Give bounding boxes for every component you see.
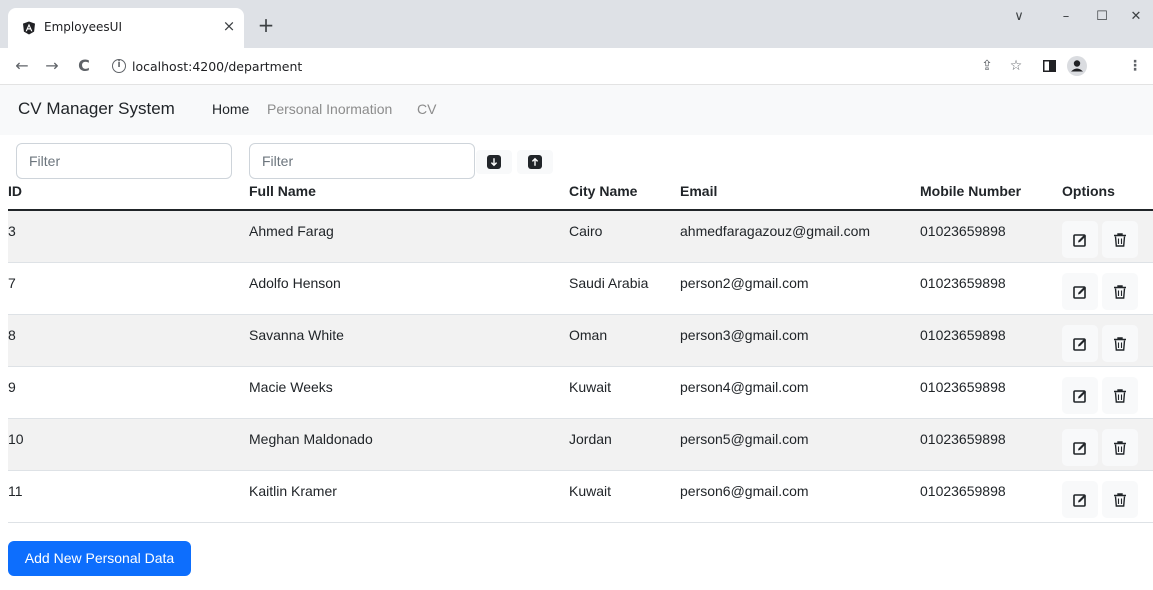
cell-city-name: Kuwait (569, 483, 612, 499)
new-tab-button[interactable]: + (255, 14, 277, 36)
table-row: 7 Adolfo Henson Saudi Arabia person2@gma… (8, 263, 1153, 315)
arrow-down-square-icon (487, 155, 501, 169)
cell-mobile-number: 01023659898 (920, 431, 1006, 447)
profile-avatar-icon[interactable] (1066, 55, 1088, 77)
trash-icon (1114, 493, 1126, 507)
cell-email: person3@gmail.com (680, 327, 809, 343)
column-header-email: Email (680, 183, 718, 199)
cell-full-name: Ahmed Farag (249, 223, 334, 239)
angular-icon (23, 21, 35, 35)
cell-email: person5@gmail.com (680, 431, 809, 447)
cell-email: person6@gmail.com (680, 483, 809, 499)
trash-icon (1114, 285, 1126, 299)
cell-full-name: Macie Weeks (249, 379, 333, 395)
cell-mobile-number: 01023659898 (920, 379, 1006, 395)
app-navbar: CV Manager System Home Personal Inormati… (0, 85, 1153, 135)
edit-icon (1073, 442, 1086, 455)
column-header-options: Options (1062, 183, 1115, 199)
maximize-button[interactable]: ☐ (1085, 6, 1119, 28)
edit-icon (1073, 494, 1086, 507)
table-row: 3 Ahmed Farag Cairo ahmedfaragazouz@gmai… (8, 211, 1153, 263)
minimize-button[interactable]: – (1049, 6, 1083, 28)
id-filter-input[interactable] (16, 143, 232, 179)
delete-button[interactable] (1102, 377, 1138, 414)
nav-link-home[interactable]: Home (212, 101, 249, 117)
cell-full-name: Kaitlin Kramer (249, 483, 337, 499)
nav-link-personal-information[interactable]: Personal Inormation (267, 101, 392, 117)
tab-search-dropdown-icon[interactable]: ∨ (1002, 6, 1036, 28)
cell-full-name: Savanna White (249, 327, 344, 343)
trash-icon (1114, 441, 1126, 455)
column-header-id: ID (8, 183, 22, 199)
cell-email: person2@gmail.com (680, 275, 809, 291)
cell-full-name: Adolfo Henson (249, 275, 341, 291)
forward-button[interactable]: → (42, 56, 62, 76)
add-new-personal-data-button[interactable]: Add New Personal Data (8, 541, 191, 576)
cell-id: 9 (8, 379, 16, 395)
tab-title: EmployeesUI (44, 20, 123, 34)
cell-id: 3 (8, 223, 16, 239)
browser-titlebar: EmployeesUI × + ∨ – ☐ ✕ (0, 0, 1153, 48)
nav-link-cv[interactable]: CV (417, 101, 436, 117)
edit-icon (1073, 338, 1086, 351)
cell-mobile-number: 01023659898 (920, 327, 1006, 343)
edit-button[interactable] (1062, 481, 1098, 518)
cell-id: 11 (8, 483, 23, 499)
browser-menu-icon[interactable]: ⋮ (1125, 56, 1145, 76)
site-info-icon[interactable]: i (112, 59, 126, 73)
close-window-button[interactable]: ✕ (1119, 6, 1153, 28)
table-row: 9 Macie Weeks Kuwait person4@gmail.com 0… (8, 367, 1153, 419)
bookmark-star-icon[interactable]: ☆ (1006, 56, 1026, 76)
share-icon[interactable]: ⇪ (977, 56, 997, 76)
edit-button[interactable] (1062, 377, 1098, 414)
name-filter-input[interactable] (249, 143, 475, 179)
cell-mobile-number: 01023659898 (920, 223, 1006, 239)
tab-close-icon[interactable]: × (220, 17, 238, 35)
edit-button[interactable] (1062, 273, 1098, 310)
cell-mobile-number: 01023659898 (920, 483, 1006, 499)
table-row: 10 Meghan Maldonado Jordan person5@gmail… (8, 419, 1153, 471)
column-header-city-name: City Name (569, 183, 638, 199)
cell-city-name: Jordan (569, 431, 612, 447)
edit-icon (1073, 286, 1086, 299)
cell-mobile-number: 01023659898 (920, 275, 1006, 291)
delete-button[interactable] (1102, 221, 1138, 258)
trash-icon (1114, 389, 1126, 403)
edit-icon (1073, 390, 1086, 403)
browser-tab[interactable]: EmployeesUI × (8, 8, 244, 48)
cell-email: ahmedfaragazouz@gmail.com (680, 223, 871, 239)
sort-descending-button[interactable] (476, 150, 512, 174)
cell-city-name: Cairo (569, 223, 603, 239)
table-row: 11 Kaitlin Kramer Kuwait person6@gmail.c… (8, 471, 1153, 523)
cell-id: 7 (8, 275, 16, 291)
edit-button[interactable] (1062, 325, 1098, 362)
cell-full-name: Meghan Maldonado (249, 431, 373, 447)
column-header-full-name: Full Name (249, 183, 316, 199)
column-header-mobile-number: Mobile Number (920, 183, 1022, 199)
browser-toolbar: ← → C i localhost:4200/department ⇪ ☆ ⋮ (0, 48, 1153, 85)
cell-id: 8 (8, 327, 16, 343)
url-text[interactable]: localhost:4200/department (132, 59, 302, 74)
brand-title[interactable]: CV Manager System (18, 99, 175, 119)
edit-button[interactable] (1062, 429, 1098, 466)
edit-button[interactable] (1062, 221, 1098, 258)
arrow-up-square-icon (528, 155, 542, 169)
back-button[interactable]: ← (12, 56, 32, 76)
trash-icon (1114, 337, 1126, 351)
reload-button[interactable]: C (74, 56, 94, 76)
cell-city-name: Oman (569, 327, 608, 343)
delete-button[interactable] (1102, 325, 1138, 362)
delete-button[interactable] (1102, 481, 1138, 518)
edit-icon (1073, 234, 1086, 247)
side-panel-icon[interactable] (1043, 60, 1056, 72)
cell-city-name: Saudi Arabia (569, 275, 649, 291)
sort-ascending-button[interactable] (517, 150, 553, 174)
delete-button[interactable] (1102, 429, 1138, 466)
table-row: 8 Savanna White Oman person3@gmail.com 0… (8, 315, 1153, 367)
cell-id: 10 (8, 431, 24, 447)
cell-email: person4@gmail.com (680, 379, 809, 395)
cell-city-name: Kuwait (569, 379, 612, 395)
delete-button[interactable] (1102, 273, 1138, 310)
trash-icon (1114, 233, 1126, 247)
